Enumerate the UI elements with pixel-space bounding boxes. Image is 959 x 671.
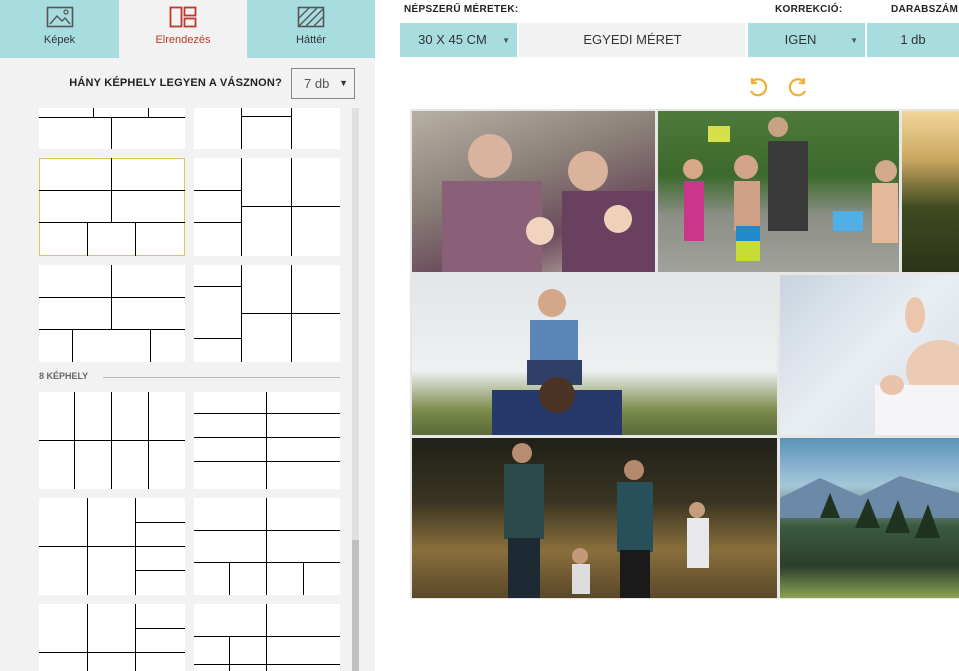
- quantity-value: 1 db: [900, 32, 926, 47]
- layout-option[interactable]: [194, 604, 340, 671]
- quantity-select[interactable]: 1 db: [867, 23, 959, 57]
- tab-kepek[interactable]: Képek: [0, 0, 119, 58]
- section-divider: [103, 377, 340, 378]
- layout-option[interactable]: [194, 265, 340, 362]
- layout-option[interactable]: [39, 265, 185, 362]
- slot-count-label: HÁNY KÉPHELY LEGYEN A VÁSZNON?: [69, 77, 282, 89]
- background-icon: [297, 6, 325, 31]
- scrollbar-thumb[interactable]: [352, 540, 359, 671]
- layout-option[interactable]: [39, 108, 185, 149]
- quantity-label: DARABSZÁM:: [891, 4, 959, 15]
- tab-kepek-label: Képek: [43, 34, 76, 46]
- layout-option[interactable]: [39, 498, 185, 595]
- custom-size-label: EGYEDI MÉRET: [583, 32, 682, 47]
- layout-option[interactable]: [194, 392, 340, 489]
- photo-slot-father-child[interactable]: [412, 275, 777, 435]
- size-value: 30 X 45 CM: [418, 32, 487, 47]
- correction-value: IGEN: [784, 32, 817, 47]
- photo-slot-mountains[interactable]: [780, 438, 959, 598]
- section-8-slots-label: 8 KÉPHELY: [39, 371, 89, 381]
- layout-option[interactable]: [194, 158, 340, 256]
- photo-slot-family-walk[interactable]: [412, 438, 777, 598]
- undo-icon[interactable]: [746, 76, 770, 100]
- correction-label: KORREKCIÓ:: [775, 4, 843, 15]
- layout-panel: Képek Elrendezés Háttér HÁNY KÉPHELY LEG…: [0, 0, 375, 671]
- layout-option[interactable]: [194, 108, 340, 149]
- photo-slot-newborn[interactable]: [780, 275, 959, 435]
- layout-option-selected[interactable]: [39, 158, 185, 256]
- photo-slot-grandparents[interactable]: [412, 111, 655, 272]
- image-icon: [46, 6, 74, 31]
- tab-elrendezes-label: Elrendezés: [155, 34, 211, 46]
- custom-size-button[interactable]: EGYEDI MÉRET: [519, 23, 746, 57]
- slot-count-value: 7 db: [304, 76, 330, 91]
- tab-elrendezes[interactable]: Elrendezés: [119, 0, 247, 58]
- size-select[interactable]: 30 X 45 CM ▼: [400, 23, 517, 57]
- layout-option[interactable]: [39, 392, 185, 489]
- photo-slot-kids-splash[interactable]: [658, 111, 899, 272]
- layout-option[interactable]: [194, 498, 340, 595]
- redo-icon[interactable]: [786, 76, 810, 100]
- popular-sizes-label: NÉPSZERŰ MÉRETEK:: [404, 4, 519, 15]
- photo-slot-field-sunset[interactable]: [902, 111, 959, 272]
- dropdown-arrow-icon: ▼: [502, 36, 510, 45]
- dropdown-arrow-icon: ▼: [339, 78, 348, 88]
- tab-hatter[interactable]: Háttér: [247, 0, 375, 58]
- dropdown-arrow-icon: ▼: [850, 36, 858, 45]
- correction-select[interactable]: IGEN ▼: [748, 23, 865, 57]
- tab-hatter-label: Háttér: [296, 34, 326, 46]
- slot-count-select[interactable]: 7 db ▼: [291, 68, 355, 99]
- layout-option[interactable]: [39, 604, 185, 671]
- layout-icon: [169, 6, 197, 31]
